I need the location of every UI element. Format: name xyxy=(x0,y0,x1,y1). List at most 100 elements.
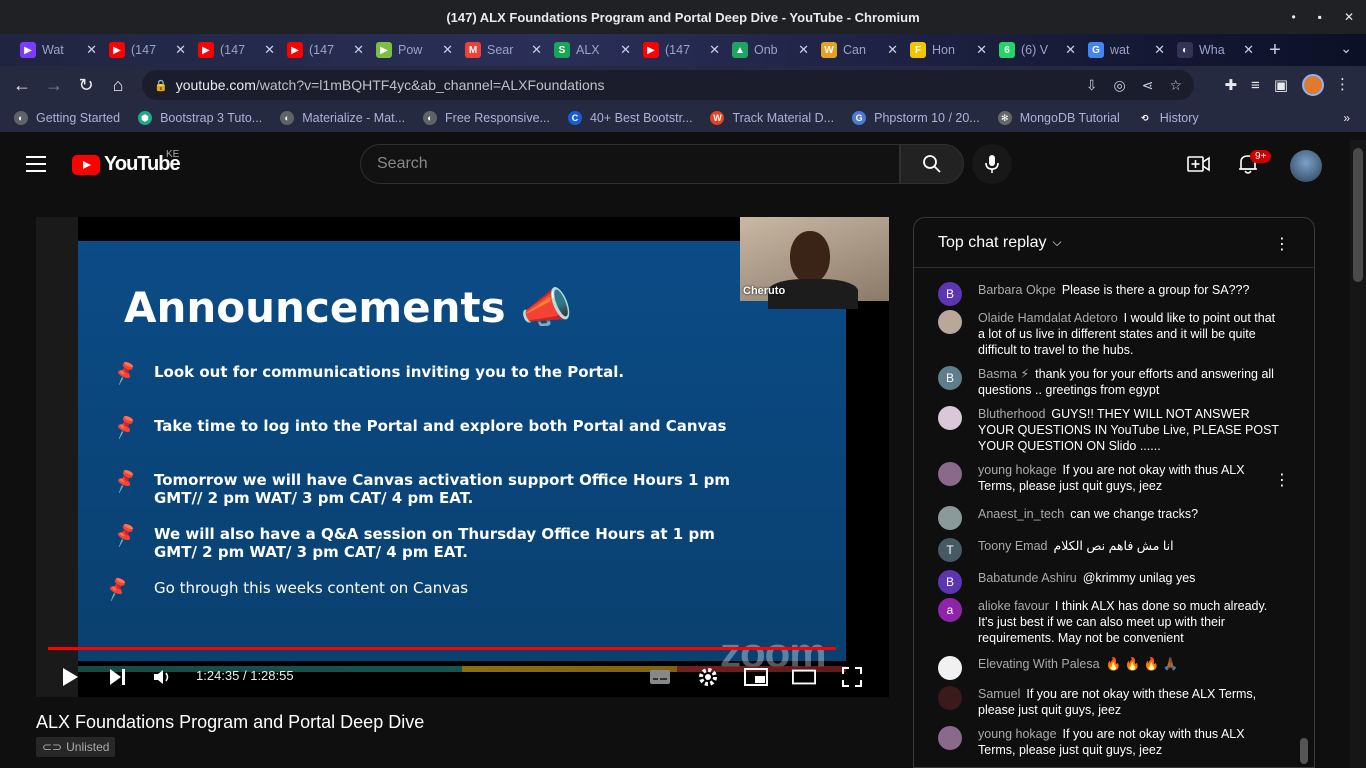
bookmark-item[interactable]: ◐ Getting Started xyxy=(14,111,120,125)
chat-author-avatar[interactable] xyxy=(938,406,962,430)
share-icon[interactable]: ⋖ xyxy=(1142,77,1154,94)
browser-tab[interactable]: ▶ (147 ✕ xyxy=(281,34,370,66)
tab-close-icon[interactable]: ✕ xyxy=(1154,42,1165,58)
browser-tab[interactable]: Gwat ✕ xyxy=(1082,34,1171,66)
tab-close-icon[interactable]: ✕ xyxy=(976,42,987,58)
chat-author-avatar[interactable] xyxy=(938,462,962,486)
chat-author-avatar[interactable]: B xyxy=(938,282,962,306)
tab-close-icon[interactable]: ✕ xyxy=(264,42,275,58)
tab-close-icon[interactable]: ✕ xyxy=(353,42,364,58)
next-button[interactable] xyxy=(106,665,130,689)
close-window-button[interactable]: ✕ xyxy=(1344,10,1354,24)
subtitles-button[interactable] xyxy=(648,665,672,689)
progress-bar[interactable] xyxy=(48,647,836,650)
forward-button[interactable]: → xyxy=(38,75,70,96)
account-avatar[interactable] xyxy=(1290,150,1322,182)
browser-tab[interactable]: ▶ (147 ✕ xyxy=(192,34,281,66)
chat-author-name[interactable]: Anaest_in_tech xyxy=(978,507,1064,521)
browser-tab[interactable]: F Hon ✕ xyxy=(904,34,993,66)
browser-tab[interactable]: ▶ (147 ✕ xyxy=(103,34,192,66)
play-button[interactable] xyxy=(58,665,82,689)
search-input[interactable]: Search xyxy=(360,144,900,184)
bookmarks-overflow-icon[interactable]: » xyxy=(1343,111,1350,125)
chat-author-name[interactable]: Elevating With Palesa xyxy=(978,657,1100,671)
tab-search-icon[interactable]: ⌄ xyxy=(1340,40,1352,57)
video-player[interactable]: Announcements 📣 📌 Look out for communica… xyxy=(36,217,889,697)
home-button[interactable]: ⌂ xyxy=(102,75,134,96)
chat-author-avatar[interactable] xyxy=(938,686,962,710)
chat-author-name[interactable]: young hokage xyxy=(978,463,1057,477)
mute-button[interactable] xyxy=(150,665,174,689)
chat-author-avatar[interactable]: T xyxy=(938,538,962,562)
extensions-icon[interactable]: ✚ xyxy=(1224,76,1237,94)
profile-avatar[interactable] xyxy=(1302,74,1324,96)
bookmark-item[interactable]: ⟲ History xyxy=(1137,111,1199,125)
tab-close-icon[interactable]: ✕ xyxy=(798,42,809,58)
tab-close-icon[interactable]: ✕ xyxy=(86,42,97,58)
chat-author-name[interactable]: Olaide Hamdalat Adetoro xyxy=(978,311,1118,325)
chat-author-name[interactable]: Toony Emad xyxy=(978,539,1047,553)
browser-tab[interactable]: W Can ✕ xyxy=(815,34,904,66)
voice-search-button[interactable] xyxy=(972,144,1012,184)
youtube-logo[interactable]: YouTube xyxy=(72,153,181,176)
bookmark-star-icon[interactable]: ☆ xyxy=(1169,77,1182,94)
bookmark-item[interactable]: ✻ MongoDB Tutorial xyxy=(997,111,1120,125)
chat-author-name[interactable]: Samuel xyxy=(978,687,1020,701)
chat-more-icon[interactable]: ⋮ xyxy=(1274,234,1290,254)
tab-close-icon[interactable]: ✕ xyxy=(887,42,898,58)
tab-close-icon[interactable]: ✕ xyxy=(620,42,631,58)
miniplayer-button[interactable] xyxy=(744,665,768,689)
browser-tab[interactable]: S ALX ✕ xyxy=(548,34,637,66)
chat-author-name[interactable]: Basma ⚡ xyxy=(978,367,1029,381)
create-video-icon[interactable] xyxy=(1186,150,1212,178)
new-tab-button[interactable]: + xyxy=(1260,39,1290,62)
fullscreen-button[interactable] xyxy=(840,665,864,689)
chat-author-avatar[interactable]: B xyxy=(938,570,962,594)
search-button[interactable] xyxy=(900,144,964,184)
address-bar[interactable]: 🔒 youtube.com/watch?v=l1mBQHTF4yc&ab_cha… xyxy=(142,70,1194,100)
browser-tab[interactable]: ▶ (147 ✕ xyxy=(637,34,726,66)
reload-button[interactable]: ↻ xyxy=(70,75,102,96)
tab-close-icon[interactable]: ✕ xyxy=(709,42,720,58)
chat-author-name[interactable]: alioke favour xyxy=(978,599,1049,613)
bookmark-item[interactable]: ◐ Free Responsive... xyxy=(423,111,550,125)
chat-author-avatar[interactable] xyxy=(938,656,962,680)
chat-author-name[interactable]: young hokage xyxy=(978,727,1057,741)
browser-tab[interactable]: ◐ Wha ✕ xyxy=(1171,34,1260,66)
chat-author-avatar[interactable] xyxy=(938,310,962,334)
message-more-icon[interactable]: ⋮ xyxy=(1274,470,1290,490)
install-app-icon[interactable]: ⇩ xyxy=(1086,77,1098,94)
tab-close-icon[interactable]: ✕ xyxy=(1065,42,1076,58)
bookmark-item[interactable]: ⬢ Bootstrap 3 Tuto... xyxy=(138,111,262,125)
chat-mode-selector[interactable]: Top chat replay ⌵ xyxy=(914,218,1314,268)
bookmark-item[interactable]: W Track Material D... xyxy=(710,111,834,125)
chat-author-avatar[interactable]: a xyxy=(938,598,962,622)
browser-tab[interactable]: M Sear ✕ xyxy=(459,34,548,66)
bookmark-item[interactable]: C 40+ Best Bootstr... xyxy=(567,111,692,125)
tab-close-icon[interactable]: ✕ xyxy=(1243,42,1254,58)
chat-author-avatar[interactable]: B xyxy=(938,366,962,390)
browser-tab[interactable]: 6 (6) V ✕ xyxy=(993,34,1082,66)
bookmark-item[interactable]: G Phpstorm 10 / 20... xyxy=(852,111,980,125)
page-scrollbar-thumb[interactable] xyxy=(1353,148,1363,282)
chat-author-name[interactable]: Babatunde Ashiru xyxy=(978,571,1077,585)
settings-button[interactable] xyxy=(696,665,720,689)
chat-author-name[interactable]: Blutherhood xyxy=(978,407,1045,421)
side-panel-icon[interactable]: ▣ xyxy=(1274,76,1288,94)
browser-tab[interactable]: ▲ Onb ✕ xyxy=(726,34,815,66)
minimize-button[interactable]: • xyxy=(1291,10,1295,24)
browser-tab[interactable]: ▶ Pow ✕ xyxy=(370,34,459,66)
browser-menu-icon[interactable]: ⋮ xyxy=(1335,75,1350,93)
tab-close-icon[interactable]: ✕ xyxy=(175,42,186,58)
maximize-button[interactable]: ▪ xyxy=(1318,10,1322,24)
chat-author-avatar[interactable] xyxy=(938,506,962,530)
tab-close-icon[interactable]: ✕ xyxy=(442,42,453,58)
tracking-blocked-icon[interactable]: ◎ xyxy=(1113,77,1125,94)
bookmark-item[interactable]: ◐ Materialize - Mat... xyxy=(280,111,405,125)
tab-close-icon[interactable]: ✕ xyxy=(531,42,542,58)
theater-mode-button[interactable] xyxy=(792,665,816,689)
chat-scrollbar[interactable] xyxy=(1300,738,1308,764)
media-controls-icon[interactable]: ≡ xyxy=(1251,77,1260,94)
back-button[interactable]: ← xyxy=(6,75,38,96)
guide-menu-icon[interactable] xyxy=(26,156,46,172)
